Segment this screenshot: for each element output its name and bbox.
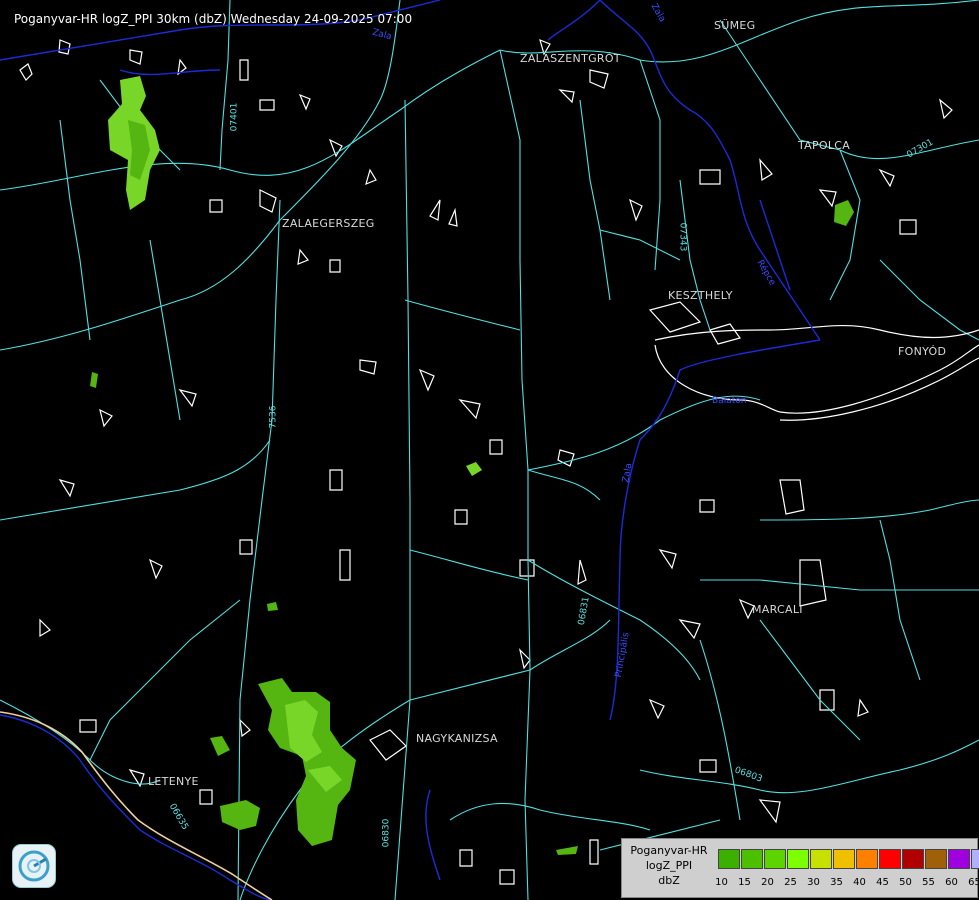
legend-swatch (764, 849, 786, 869)
echo-cell-sw (220, 800, 260, 830)
legend-swatch (718, 849, 740, 869)
echo-cell-center (466, 462, 482, 476)
legend-title-line2: logZ_PPI (645, 859, 693, 872)
lake-label-balaton: Balaton (712, 396, 747, 406)
radar-map (0, 0, 979, 900)
balaton-shore (654, 324, 979, 421)
city-label-zalaegerszeg: ZALAEGERSZEG (282, 217, 375, 230)
road-label-06830: 06830 (381, 818, 392, 848)
legend-tick-label: 35 (830, 877, 843, 888)
legend-swatch (971, 849, 979, 869)
city-label-fonyod: FONYÓD (898, 345, 947, 358)
legend-tick-label: 25 (784, 877, 797, 888)
city-label-marcali: MARCALI (752, 603, 803, 616)
legend-tick-label: 45 (876, 877, 889, 888)
legend-tick-label: 60 (945, 877, 958, 888)
legend-swatch (741, 849, 763, 869)
legend-tick-label: 10 (715, 877, 728, 888)
legend-swatch (925, 849, 947, 869)
legend-swatch (856, 849, 878, 869)
dbz-legend: Poganyvar-HR logZ_PPI dbZ 10 15 20 25 30 35 40… (621, 838, 979, 898)
legend-title: Poganyvar-HR logZ_PPI dbZ (624, 843, 714, 888)
road-label-07401: 07401 (229, 102, 240, 132)
city-label-tapolca: TAPOLCA (798, 139, 851, 152)
legend-swatch (879, 849, 901, 869)
legend-tick-label: 20 (761, 877, 774, 888)
legend-tick-label: 55 (922, 877, 935, 888)
city-label-nagykanizsa: NAGYKANIZSA (416, 732, 498, 745)
radar-logo-icon (12, 844, 56, 888)
legend-swatch (787, 849, 809, 869)
city-label-zalaszentgrot: ZALASZENTGRÓT (520, 52, 621, 65)
legend-tick-label: 65 (968, 877, 979, 888)
city-label-keszthely: KESZTHELY (668, 289, 733, 302)
echo-cell-tapolca (834, 200, 854, 226)
road-label-07343: 07343 (677, 222, 688, 252)
road-label-7536: 7536 (268, 405, 279, 429)
municipal-boundaries (19, 38, 953, 885)
legend-tick-label: 40 (853, 877, 866, 888)
legend-swatch (948, 849, 970, 869)
echo-cell-letenye (210, 736, 230, 756)
legend-tick-label: 50 (899, 877, 912, 888)
legend-ticks: 10152025303540455055606570 (710, 877, 979, 888)
legend-title-line1: Poganyvar-HR (630, 844, 708, 857)
echo-cell-small-w (90, 372, 98, 388)
legend-title-line3: dbZ (658, 874, 680, 887)
city-label-letenye: LETENYE (148, 775, 199, 788)
echo-cell-dot (267, 602, 278, 611)
legend-swatch (902, 849, 924, 869)
city-label-sumeg: SÜMEG (714, 19, 756, 32)
legend-swatch (833, 849, 855, 869)
echo-cell-se (556, 846, 578, 855)
legend-tick-label: 30 (807, 877, 820, 888)
map-title: Poganyvar-HR logZ_PPI 30km (dbZ) Wednesd… (14, 12, 413, 26)
legend-swatch (810, 849, 832, 869)
legend-tick-label: 15 (738, 877, 751, 888)
legend-swatches (718, 849, 979, 869)
